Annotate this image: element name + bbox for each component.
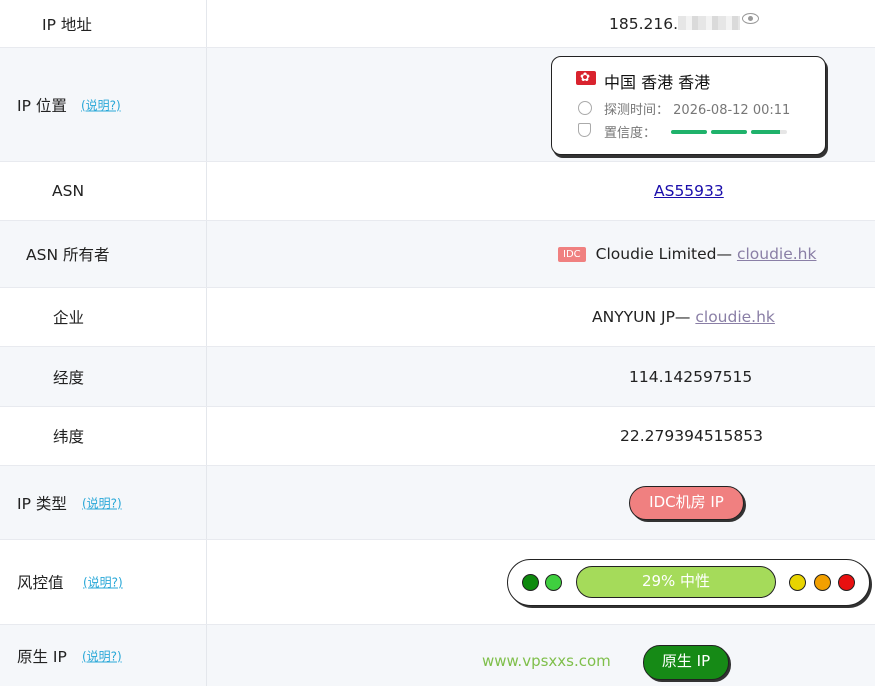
confidence-fill bbox=[671, 130, 707, 134]
asn-link[interactable]: AS55933 bbox=[654, 182, 724, 200]
location-country: 中国 香港 香港 bbox=[604, 73, 711, 92]
label-cell: 经度 bbox=[0, 347, 207, 406]
probe-time-label: 探测时间： bbox=[604, 103, 670, 118]
ip-location-help-link[interactable]: (说明?) bbox=[81, 96, 121, 113]
ip-type-label: IP 类型 bbox=[17, 494, 67, 513]
hong-kong-flag-icon bbox=[576, 69, 596, 85]
risk-help-link[interactable]: (说明?) bbox=[83, 574, 123, 591]
row-longitude: 经度 114.142597515 bbox=[0, 347, 875, 407]
eye-icon[interactable] bbox=[742, 13, 759, 24]
location-card: 中国 香港 香港 探测时间： 2026-08-12 00:11 置信度： bbox=[551, 56, 826, 155]
risk-dot-high bbox=[814, 574, 831, 591]
clock-icon bbox=[578, 101, 592, 115]
risk-dot-very-high bbox=[838, 574, 855, 591]
label-cell: ASN bbox=[0, 162, 207, 220]
asn-label: ASN bbox=[52, 182, 85, 200]
enterprise-domain-link[interactable]: cloudie.hk bbox=[695, 308, 775, 326]
row-ip-address: IP 地址 185.216. bbox=[0, 0, 875, 48]
risk-dot-low bbox=[545, 574, 562, 591]
row-native-ip: 原生 IP (说明?) bbox=[0, 625, 875, 686]
confidence-segment bbox=[671, 130, 707, 134]
native-ip-label: 原生 IP bbox=[17, 647, 67, 666]
asn-owner-label: ASN 所有者 bbox=[26, 246, 110, 264]
latitude-value: 22.279394515853 bbox=[620, 427, 763, 445]
row-asn: ASN AS55933 bbox=[0, 162, 875, 221]
probe-time: 探测时间： 2026-08-12 00:11 bbox=[604, 99, 790, 118]
confidence-segment bbox=[751, 130, 787, 134]
row-enterprise: 企业 ANYYUN JP— cloudie.hk bbox=[0, 288, 875, 347]
watermark: www.vpsxxs.com bbox=[482, 652, 611, 670]
ip-address-label: IP 地址 bbox=[42, 15, 92, 34]
label-cell: 纬度 bbox=[0, 407, 207, 465]
shield-check-icon bbox=[578, 123, 591, 137]
risk-meter: 29% 中性 bbox=[507, 559, 870, 606]
asn-owner-value: IDC Cloudie Limited— cloudie.hk bbox=[558, 245, 816, 263]
ip-location-label: IP 位置 bbox=[17, 96, 67, 115]
ip-address-prefix: 185.216. bbox=[609, 14, 679, 33]
probe-time-value: 2026-08-12 00:11 bbox=[673, 103, 791, 118]
longitude-value: 114.142597515 bbox=[629, 367, 753, 386]
native-ip-help-link[interactable]: (说明?) bbox=[82, 647, 122, 664]
native-ip-badge: 原生 IP bbox=[643, 645, 729, 680]
label-cell: 企业 bbox=[0, 288, 207, 346]
label-cell: 原生 IP (说明?) bbox=[0, 625, 207, 686]
label-cell: IP 地址 bbox=[0, 0, 207, 47]
label-cell: 风控值 (说明?) bbox=[0, 540, 207, 624]
ip-type-help-link[interactable]: (说明?) bbox=[82, 494, 122, 511]
row-latitude: 纬度 22.279394515853 bbox=[0, 407, 875, 466]
asn-owner-domain-link[interactable]: cloudie.hk bbox=[737, 245, 817, 263]
confidence-label: 置信度： bbox=[604, 126, 657, 141]
confidence-segment bbox=[711, 130, 747, 134]
latitude-label: 纬度 bbox=[53, 428, 85, 446]
enterprise-value: ANYYUN JP— cloudie.hk bbox=[592, 308, 775, 326]
idc-badge: IDC bbox=[558, 247, 586, 262]
confidence-fill bbox=[751, 130, 780, 134]
ip-address-masked bbox=[678, 15, 741, 30]
ip-address-value: 185.216. bbox=[609, 14, 741, 33]
risk-dot-very-low bbox=[522, 574, 539, 591]
label-cell: ASN 所有者 bbox=[0, 221, 207, 287]
enterprise-name: ANYYUN JP— bbox=[592, 308, 691, 326]
asn-owner-name: Cloudie Limited— bbox=[595, 245, 732, 263]
ip-type-badge: IDC机房 IP bbox=[629, 486, 744, 520]
row-asn-owner: ASN 所有者 IDC Cloudie Limited— cloudie.hk bbox=[0, 221, 875, 288]
risk-label: 风控值 bbox=[17, 574, 64, 592]
label-cell: IP 位置 (说明?) bbox=[0, 48, 207, 161]
enterprise-label: 企业 bbox=[53, 309, 85, 327]
risk-score-pill: 29% 中性 bbox=[576, 566, 776, 598]
label-cell: IP 类型 (说明?) bbox=[0, 466, 207, 539]
risk-dot-elevated bbox=[789, 574, 806, 591]
confidence-fill bbox=[711, 130, 747, 134]
longitude-label: 经度 bbox=[53, 368, 85, 387]
